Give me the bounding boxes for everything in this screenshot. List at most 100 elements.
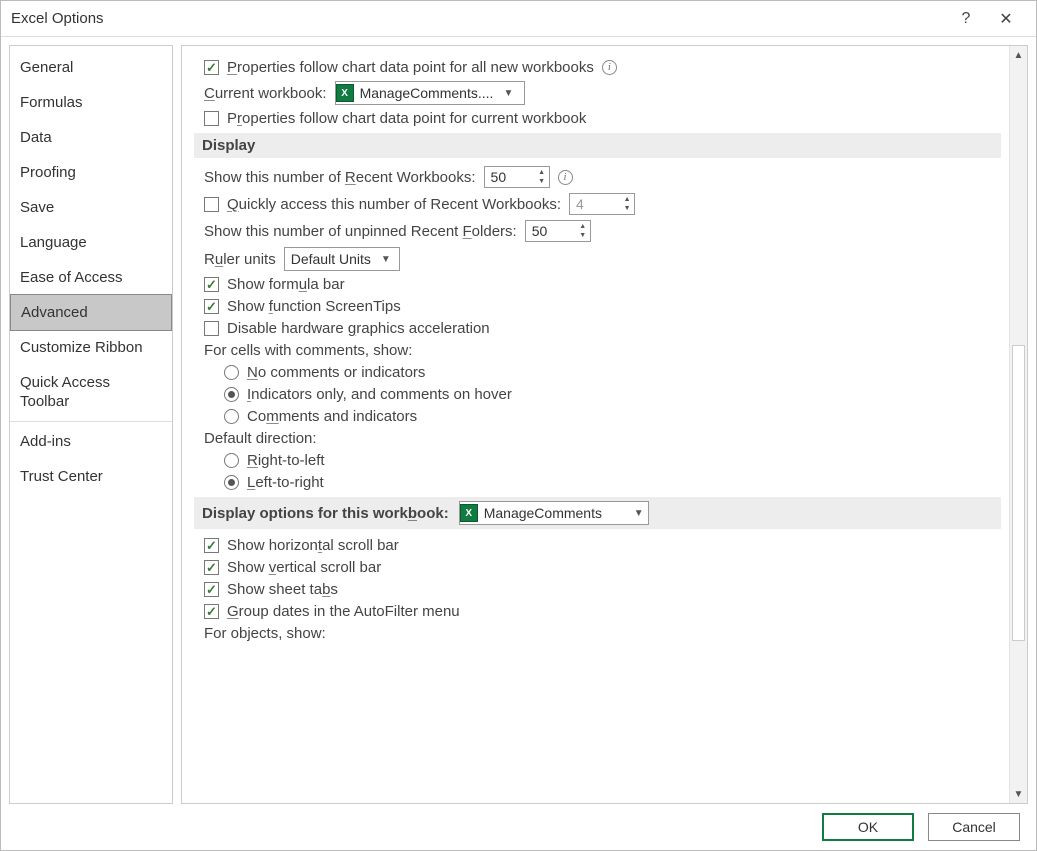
spin-up-icon[interactable]: ▲ [576,222,590,231]
help-button[interactable]: ? [946,3,986,35]
spinner-recent-workbooks[interactable]: 50 ▲▼ [484,166,550,188]
spin-down-icon[interactable]: ▼ [535,177,549,186]
radio-indicators-only[interactable] [224,387,239,402]
label-rtl: Right-to-left [247,452,325,469]
checkbox-tabs[interactable] [204,582,219,597]
category-sidebar: General Formulas Data Proofing Save Lang… [9,45,173,804]
checkbox-formula-bar[interactable] [204,277,219,292]
label-current-workbook: Current workbook: [204,85,327,102]
excel-options-dialog: Excel Options ? ✕ General Formulas Data … [0,0,1037,851]
excel-file-icon: X [336,84,354,102]
close-button[interactable]: ✕ [986,3,1026,35]
label-comments-header: For cells with comments, show: [204,342,412,359]
label-props-current: Properties follow chart data point for c… [227,110,586,127]
scrollbar-track[interactable] [1010,64,1027,785]
checkbox-props-current[interactable] [204,111,219,126]
sidebar-item-trust-center[interactable]: Trust Center [10,459,172,494]
scrollbar-thumb[interactable] [1012,345,1025,641]
label-no-comments: No comments or indicators [247,364,425,381]
radio-comments-indicators[interactable] [224,409,239,424]
excel-file-icon: X [460,504,478,522]
label-formula-bar: Show formula bar [227,276,345,293]
spinner-recent-folders[interactable]: 50 ▲▼ [525,220,591,242]
sidebar-item-ease-of-access[interactable]: Ease of Access [10,260,172,295]
content-scroll-area: Properties follow chart data point for a… [182,46,1009,803]
spin-down-icon[interactable]: ▼ [576,231,590,240]
chevron-down-icon: ▼ [377,254,395,265]
label-ltr: Left-to-right [247,474,324,491]
info-icon[interactable]: i [602,60,617,75]
label-screentips: Show function ScreenTips [227,298,401,315]
sidebar-item-formulas[interactable]: Formulas [10,85,172,120]
section-display: Display [194,133,1001,158]
row-ltr: Left-to-right [224,474,1001,491]
sidebar-separator [10,421,172,422]
dialog-footer: OK Cancel [1,804,1036,850]
spin-up-icon: ▲ [620,195,634,204]
label-direction-header: Default direction: [204,430,317,447]
content-pane: Properties follow chart data point for a… [181,45,1028,804]
row-rtl: Right-to-left [224,452,1001,469]
sidebar-item-language[interactable]: Language [10,225,172,260]
window-title: Excel Options [11,10,946,27]
label-quick-access: Quickly access this number of Recent Wor… [227,196,561,213]
ok-button[interactable]: OK [822,813,914,841]
label-group-dates: Group dates in the AutoFilter menu [227,603,460,620]
titlebar: Excel Options ? ✕ [1,1,1036,37]
label-props-all-new: Properties follow chart data point for a… [227,59,594,76]
combo-ruler-units[interactable]: Default Units ▼ [284,247,400,271]
sidebar-item-advanced[interactable]: Advanced [10,294,172,331]
label-hw-accel: Disable hardware graphics acceleration [227,320,490,337]
sidebar-item-save[interactable]: Save [10,190,172,225]
vertical-scrollbar[interactable]: ▲ ▼ [1009,46,1027,803]
dialog-body: General Formulas Data Proofing Save Lang… [1,37,1036,804]
radio-ltr[interactable] [224,475,239,490]
combo-current-workbook[interactable]: X ManageComments.... ▼ [335,81,525,105]
row-tabs: Show sheet tabs [204,581,1001,598]
sidebar-item-proofing[interactable]: Proofing [10,155,172,190]
row-group-dates: Group dates in the AutoFilter menu [204,603,1001,620]
label-vscroll: Show vertical scroll bar [227,559,381,576]
sidebar-item-quick-access-toolbar[interactable]: Quick Access Toolbar [10,365,172,419]
label-display-workbook: Display options for this workbook: [202,505,449,522]
row-recent-folders: Show this number of unpinned Recent Fold… [204,220,1001,242]
row-hw-accel: Disable hardware graphics acceleration [204,320,1001,337]
checkbox-hscroll[interactable] [204,538,219,553]
spin-up-icon[interactable]: ▲ [535,168,549,177]
row-current-workbook: Current workbook: X ManageComments.... ▼ [204,81,1001,105]
label-comments-indicators: Comments and indicators [247,408,417,425]
row-props-current: Properties follow chart data point for c… [204,110,1001,127]
label-objects-header: For objects, show: [204,625,326,642]
spinner-quick-access: 4 ▲▼ [569,193,635,215]
row-formula-bar: Show formula bar [204,276,1001,293]
row-no-comments: No comments or indicators [224,364,1001,381]
row-recent-workbooks: Show this number of Recent Workbooks: 50… [204,166,1001,188]
checkbox-quick-access[interactable] [204,197,219,212]
checkbox-screentips[interactable] [204,299,219,314]
sidebar-item-customize-ribbon[interactable]: Customize Ribbon [10,330,172,365]
checkbox-hw-accel[interactable] [204,321,219,336]
radio-rtl[interactable] [224,453,239,468]
scroll-down-icon[interactable]: ▼ [1010,785,1027,803]
checkbox-props-all-new[interactable] [204,60,219,75]
cancel-button[interactable]: Cancel [928,813,1020,841]
label-recent-workbooks: Show this number of Recent Workbooks: [204,169,476,186]
section-display-workbook: Display options for this workbook: X Man… [194,497,1001,529]
sidebar-item-data[interactable]: Data [10,120,172,155]
sidebar-item-add-ins[interactable]: Add-ins [10,424,172,459]
chevron-down-icon: ▼ [499,88,517,99]
checkbox-group-dates[interactable] [204,604,219,619]
label-ruler-units: Ruler units [204,251,276,268]
combo-display-workbook[interactable]: X ManageComments ▼ [459,501,649,525]
row-direction-header: Default direction: [204,430,1001,447]
row-hscroll: Show horizontal scroll bar [204,537,1001,554]
row-vscroll: Show vertical scroll bar [204,559,1001,576]
sidebar-item-general[interactable]: General [10,50,172,85]
spin-down-icon: ▼ [620,204,634,213]
label-recent-folders: Show this number of unpinned Recent Fold… [204,223,517,240]
info-icon[interactable]: i [558,170,573,185]
row-ruler-units: Ruler units Default Units ▼ [204,247,1001,271]
radio-no-comments[interactable] [224,365,239,380]
checkbox-vscroll[interactable] [204,560,219,575]
scroll-up-icon[interactable]: ▲ [1010,46,1027,64]
